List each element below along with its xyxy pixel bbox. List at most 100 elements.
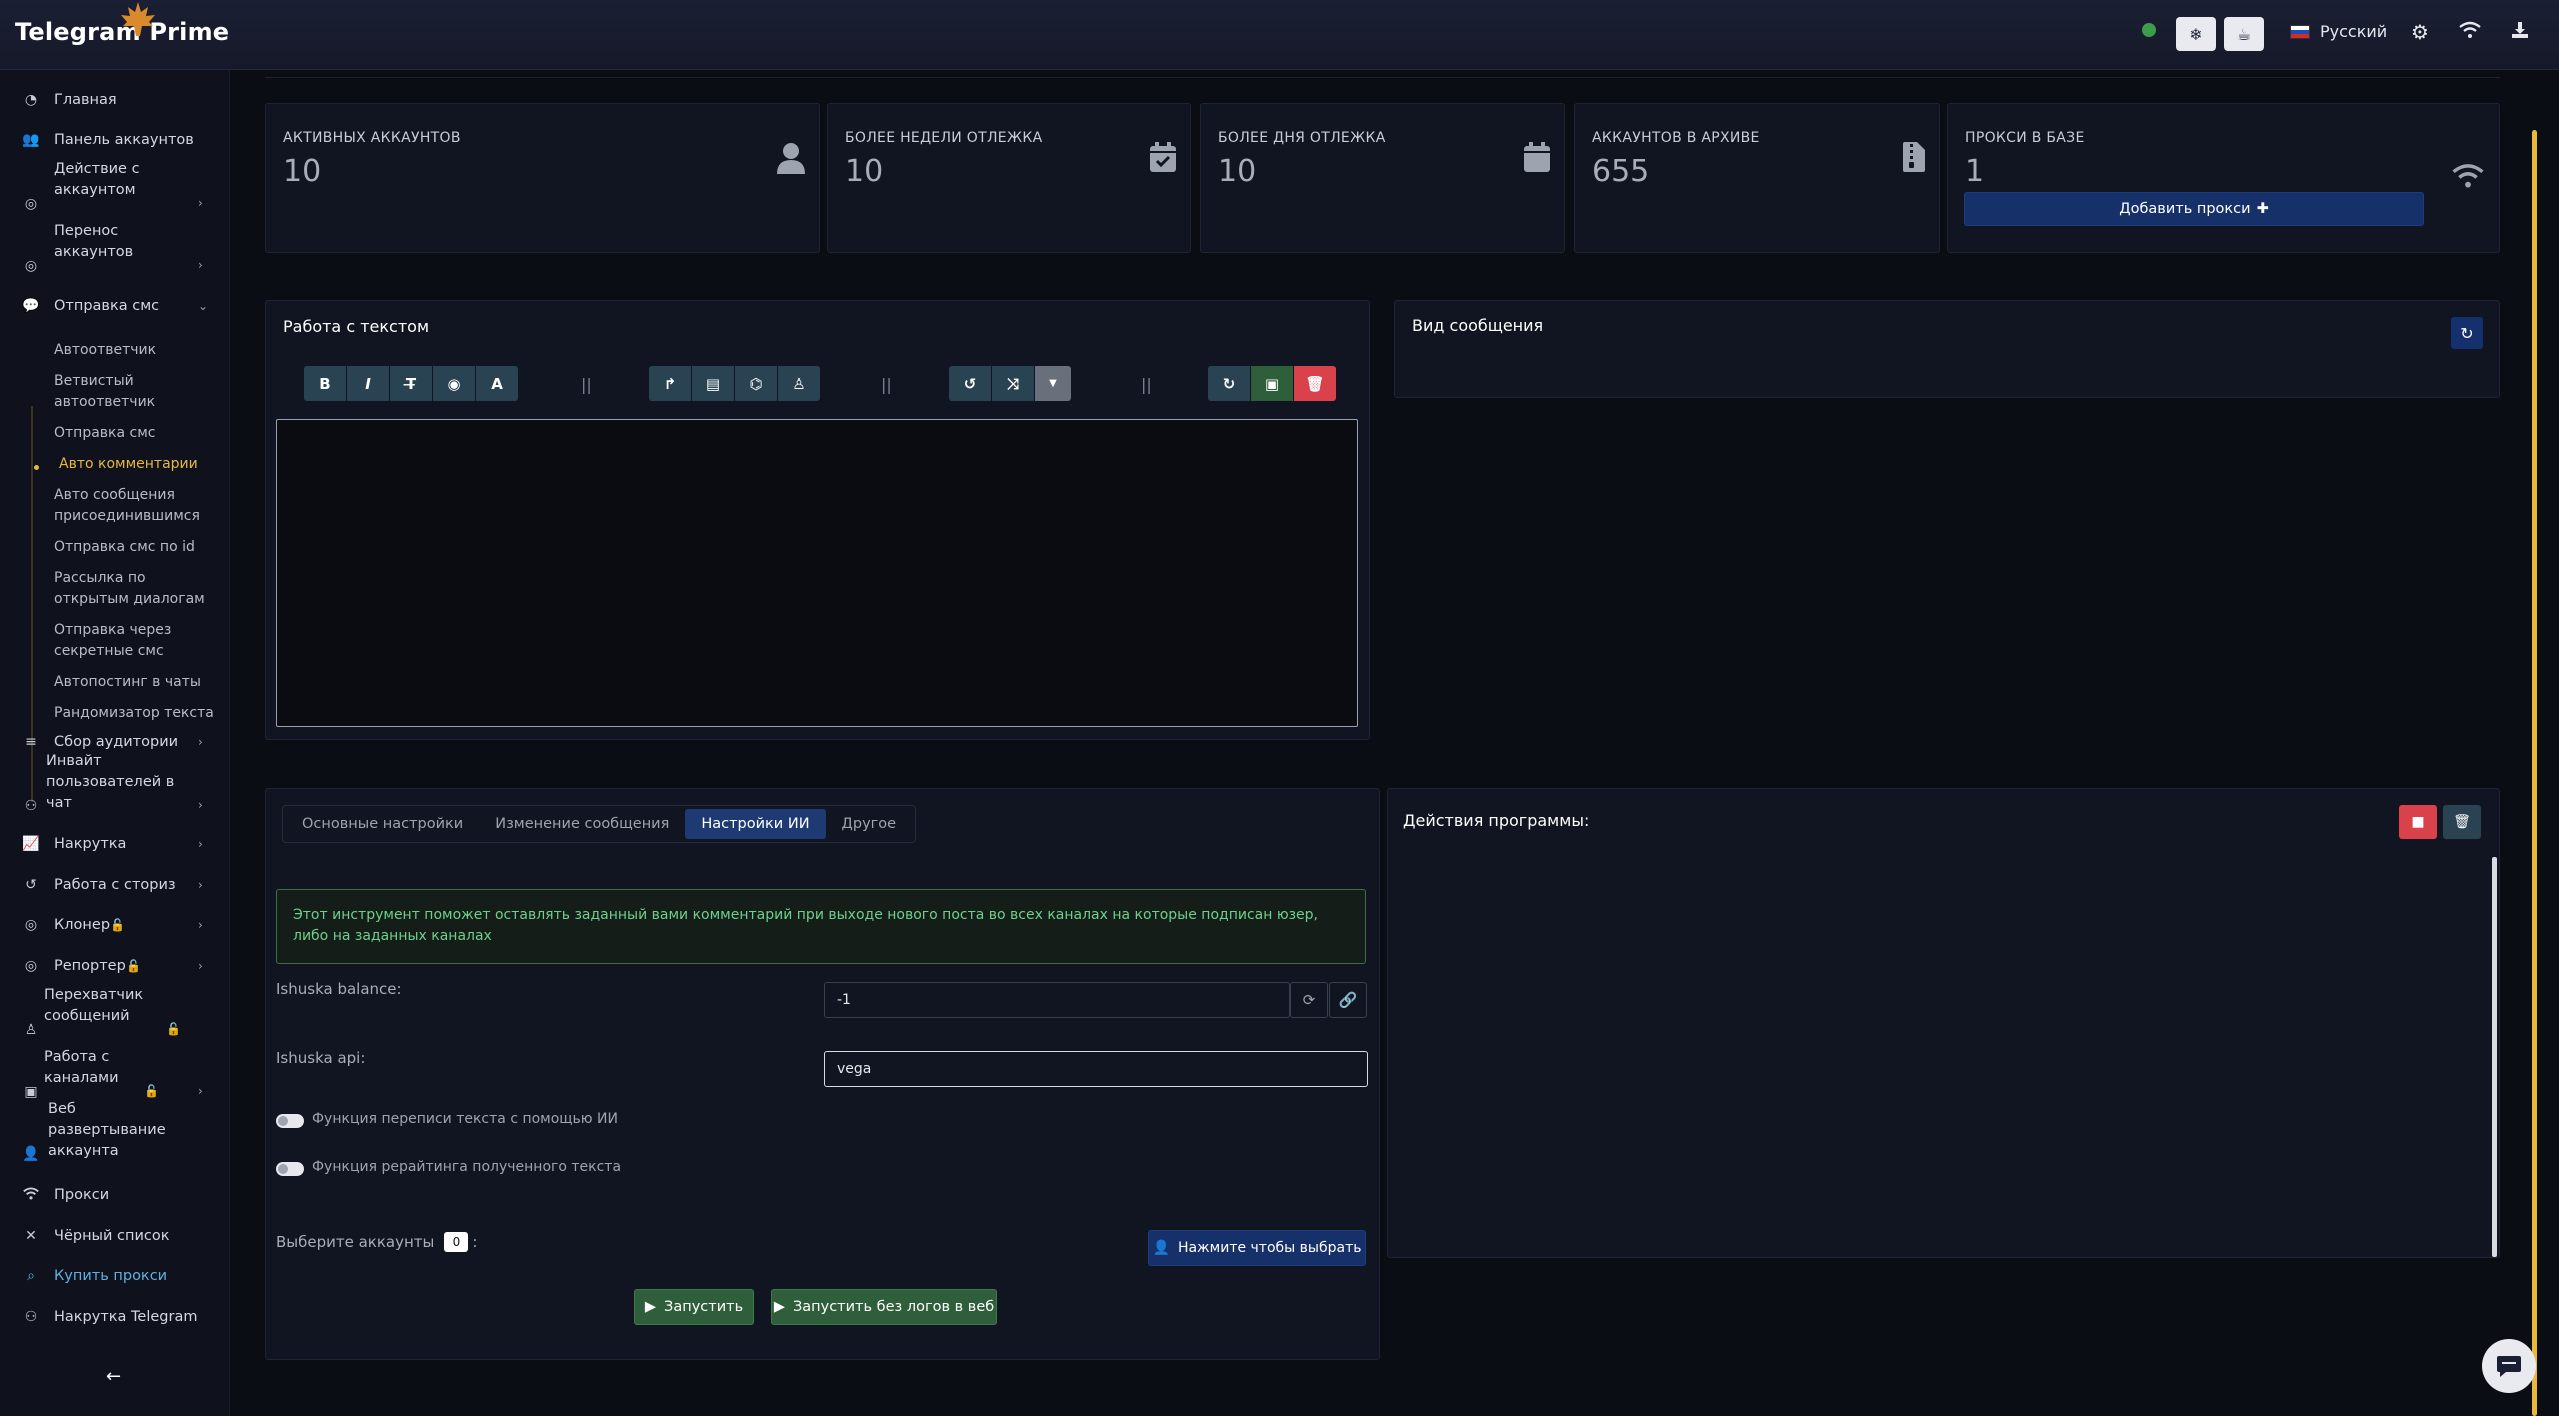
shuffle-button[interactable]: ⤨ [992, 366, 1034, 401]
handshake-icon: ⚇ [24, 1309, 38, 1325]
spy-icon: ♙ [24, 1022, 38, 1038]
language-selector[interactable]: Русский [2290, 22, 2387, 41]
submenu-item[interactable]: Рассылка по открытым диалогам [54, 568, 214, 610]
robot-icon: ⌬ [749, 374, 763, 393]
save-text-button[interactable]: ▣ [1251, 366, 1293, 401]
sidebar: ◔ Главная 👥 Панель аккаунтов ◎ Действие … [0, 70, 230, 1416]
chevron-right-icon: › [198, 735, 203, 749]
file-icon: ▤ [705, 374, 721, 393]
submenu-item[interactable]: Отправка через секретные смс [54, 620, 194, 662]
stat-card-week: БОЛЕЕ НЕДЕЛИ ОТЛЕЖКА 10 [827, 103, 1191, 253]
submenu-item-active[interactable]: Авто комментарии [59, 454, 198, 475]
download-icon[interactable] [2507, 20, 2533, 44]
settings-tabs: Основные настройки Изменение сообщения Н… [282, 805, 917, 843]
api-input[interactable]: vega [824, 1051, 1368, 1087]
tab-message-change[interactable]: Изменение сообщения [479, 809, 685, 839]
submenu-item[interactable]: Рандомизатор текста [54, 703, 214, 724]
user-icon: 👤 [1152, 1240, 1170, 1256]
font-button[interactable]: A [476, 366, 518, 401]
actions-title: Действия программы: [1403, 811, 1590, 830]
submenu-item[interactable]: Автоответчик [54, 340, 156, 361]
add-proxy-button[interactable]: Добавить прокси ✚ [1964, 192, 2424, 226]
run-button[interactable]: ▶ Запустить [634, 1289, 754, 1325]
balance-field[interactable]: -1 [824, 982, 1290, 1018]
log-scrollbar[interactable] [2492, 857, 2497, 1257]
eye-icon: ◉ [447, 374, 461, 393]
link-button[interactable]: 🔗 [1329, 982, 1367, 1018]
history-icon: ↺ [25, 877, 37, 893]
coffee-button[interactable]: ☕ [2224, 17, 2264, 51]
snowflake-icon: ❄ [2189, 24, 2203, 44]
status-indicator [2142, 23, 2156, 37]
history-button[interactable]: ↺ [949, 366, 991, 401]
submenu-item[interactable]: Отправка смс по id [54, 537, 195, 558]
play-icon: ▶ [644, 1299, 657, 1315]
chevron-right-icon: › [198, 959, 203, 973]
chart-line-icon: 📈 [22, 836, 40, 852]
spoiler-button[interactable]: ◉ [433, 366, 475, 401]
refresh-balance-button[interactable]: ⟳ [1290, 982, 1328, 1018]
coffee-icon: ☕ [2236, 24, 2252, 44]
message-textarea[interactable] [276, 419, 1358, 727]
tab-other[interactable]: Другое [826, 809, 913, 839]
unlock-icon: 🔓 [144, 1084, 159, 1098]
stat-card-active: АКТИВНЫХ АККАУНТОВ 10 [265, 103, 820, 253]
clear-log-button[interactable]: 🗑 [2443, 805, 2481, 839]
strikethrough-button[interactable]: T̶ [390, 366, 432, 401]
language-label: Русский [2320, 22, 2388, 41]
comments-icon: 💬 [22, 298, 40, 314]
wifi-icon[interactable] [2457, 20, 2483, 44]
russia-flag-icon [2290, 24, 2310, 39]
tab-ai-settings[interactable]: Настройки ИИ [685, 809, 826, 839]
refresh-icon: ↻ [1222, 374, 1236, 393]
file-button[interactable]: ▤ [692, 366, 734, 401]
user-tie-icon: 👤 [22, 1146, 40, 1162]
page-scrollbar[interactable] [2532, 130, 2537, 1416]
submenu-item[interactable]: Отправка смс [54, 423, 156, 444]
refresh-preview-button[interactable]: ↻ [2451, 317, 2483, 349]
preview-title: Вид сообщения [1412, 316, 1544, 335]
tab-basic-settings[interactable]: Основные настройки [286, 809, 479, 839]
refresh-text-button[interactable]: ↻ [1208, 366, 1250, 401]
actions-panel: Действия программы: ■ 🗑 [1387, 788, 2500, 1258]
chevron-right-icon: › [198, 878, 203, 892]
unlock-icon: 🔓 [110, 918, 125, 932]
spy-button[interactable]: ♙ [778, 366, 820, 401]
trash-icon: 🗑 [2453, 814, 2471, 830]
bot-button[interactable]: ⌬ [735, 366, 777, 401]
link-icon: 🔗 [1338, 991, 1358, 1009]
submenu-item[interactable]: Ветвистый автоответчик [54, 371, 204, 413]
collapse-sidebar-icon[interactable]: ← [106, 1366, 121, 1387]
chevron-down-icon: ⌄ [198, 299, 209, 313]
info-alert: Этот инструмент поможет оставлять заданн… [276, 889, 1366, 964]
select-accounts-button[interactable]: 👤 Нажмите чтобы выбрать [1148, 1230, 1366, 1266]
submenu-item[interactable]: Автопостинг в чаты [54, 672, 201, 693]
dashboard-icon: ◔ [24, 92, 38, 108]
archive-icon [1903, 142, 1925, 180]
refresh-icon: ⟳ [1302, 991, 1316, 1009]
user-icon [777, 142, 805, 182]
user-circle-icon: ◎ [24, 196, 38, 212]
text-panel-title: Работа с текстом [283, 317, 430, 336]
forward-button[interactable]: ↱ [649, 366, 691, 401]
theme-snow-button[interactable]: ❄ [2176, 17, 2216, 51]
delete-text-button[interactable]: 🗑 [1294, 366, 1336, 401]
submenu-item[interactable]: Авто сообщения присоединившимся [54, 485, 204, 527]
chat-icon [2497, 1356, 2521, 1377]
select-accounts-label: Выберите аккаунты 0 : [276, 1232, 478, 1252]
clone-icon: ◎ [24, 917, 38, 933]
spy-icon: ♙ [792, 374, 806, 393]
text-panel: Работа с текстом B I T̶ ◉ A || ↱ ▤ ⌬ ♙ |… [265, 300, 1370, 740]
stop-button[interactable]: ■ [2399, 805, 2437, 839]
users-icon: 👥 [22, 132, 40, 148]
gear-icon[interactable]: ⚙ [2407, 20, 2433, 44]
font-icon: A [491, 374, 503, 393]
dropdown-button[interactable]: ▼ [1035, 366, 1071, 401]
chat-button[interactable] [2482, 1339, 2536, 1393]
rewriting-toggle[interactable] [276, 1162, 304, 1176]
rewrite-toggle[interactable] [276, 1114, 304, 1128]
run-no-logs-button[interactable]: ▶ Запустить без логов в веб [771, 1289, 997, 1325]
italic-button[interactable]: I [347, 366, 389, 401]
bold-button[interactable]: B [304, 366, 346, 401]
handshake-icon: ⚇ [24, 798, 38, 814]
